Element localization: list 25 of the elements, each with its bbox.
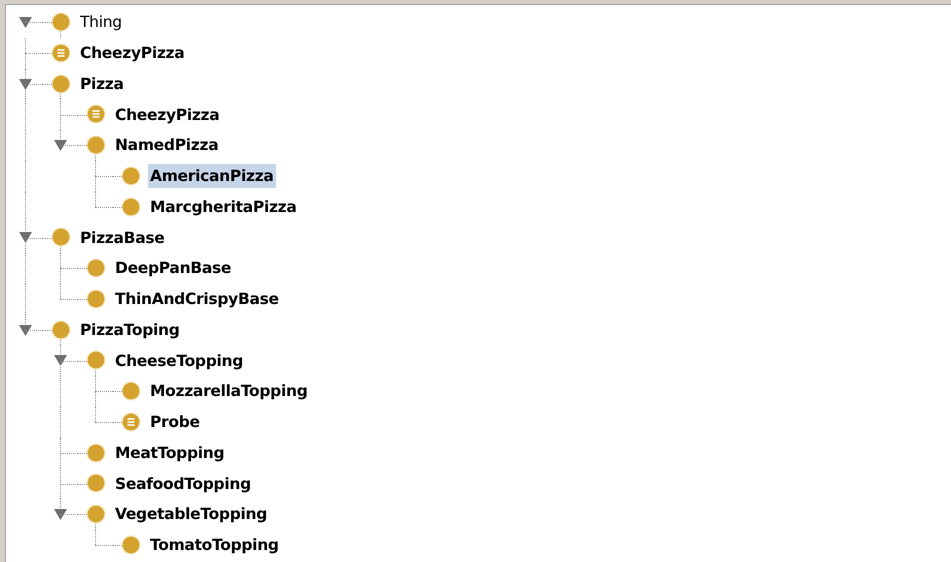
tree-node-label[interactable]: Probe (148, 410, 202, 434)
tree-node-label[interactable]: DeepPanBase (113, 256, 234, 280)
tree-node-label[interactable]: VegetableTopping (113, 502, 270, 526)
tree-node-label[interactable]: PizzaToping (78, 318, 182, 342)
collapse-triangle-icon[interactable] (19, 17, 32, 28)
collapse-triangle-icon[interactable] (54, 509, 67, 520)
tree-node-label[interactable]: ThinAndCrispyBase (113, 287, 281, 312)
tree-node-label[interactable]: CheezyPizza (78, 41, 186, 66)
tree-node-label[interactable]: Pizza (78, 72, 126, 96)
collapse-triangle-icon[interactable] (19, 324, 32, 336)
collapse-triangle-icon[interactable] (54, 355, 67, 366)
tree-node-label[interactable]: CheezyPizza (113, 102, 222, 127)
tree-node-label[interactable]: AmericanPizza (148, 164, 276, 188)
collapse-triangle-icon[interactable] (54, 140, 67, 151)
tree-node-label[interactable]: TomatoTopping (148, 533, 281, 558)
tree-node-label[interactable]: MeatTopping (113, 440, 226, 465)
tree-node-label[interactable]: SeafoodTopping (113, 472, 253, 496)
tree-node-label[interactable]: PizzaBase (78, 226, 166, 250)
collapse-triangle-icon[interactable] (19, 78, 32, 90)
tree-node-label[interactable]: NamedPizza (113, 133, 220, 158)
tree-node-label[interactable]: Thing (78, 10, 124, 34)
tree-node-label[interactable]: CheeseTopping (113, 348, 246, 373)
collapse-triangle-icon[interactable] (19, 232, 32, 244)
tree-node-label[interactable]: MarcgheritaPizza (148, 194, 299, 219)
tree-node-label[interactable]: MozzarellaTopping (148, 379, 310, 404)
